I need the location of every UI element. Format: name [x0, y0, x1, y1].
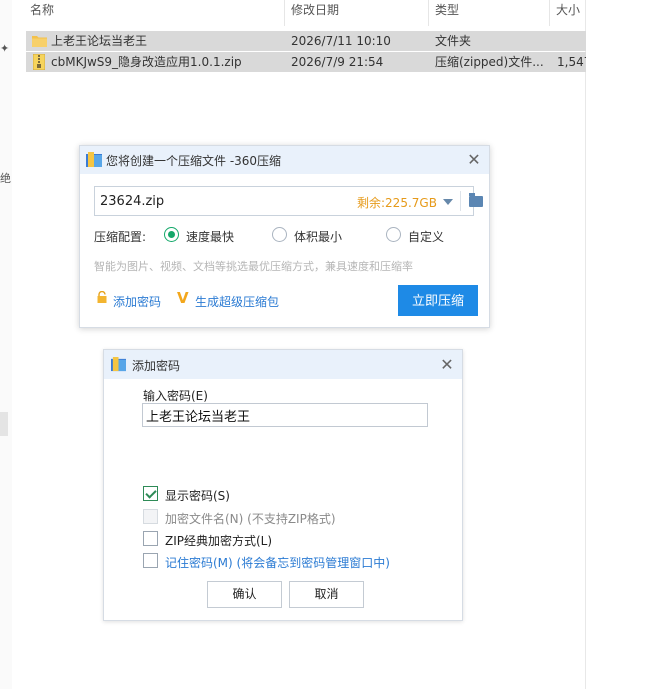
radio-smallest[interactable]: [272, 227, 287, 242]
360zip-app-icon: [86, 152, 102, 167]
confirm-button[interactable]: 确认: [207, 581, 282, 608]
file-type: 压缩(zipped)文件...: [435, 55, 544, 69]
column-divider[interactable]: [549, 0, 550, 26]
file-type: 文件夹: [435, 34, 472, 48]
super-zip-link[interactable]: 生成超级压缩包: [195, 293, 279, 310]
free-space-label: 剩余:225.7GB: [357, 196, 437, 210]
file-name: cbMKJwS9_隐身改造应用1.0.1.zip: [51, 55, 242, 69]
compress-dialog: 您将创建一个压缩文件 -360压缩 ✕ 23624.zip 剩余:225.7GB…: [79, 145, 490, 328]
file-modified: 2026/7/9 21:54: [291, 55, 384, 69]
password-dialog-title: 添加密码: [132, 359, 181, 373]
lock-icon[interactable]: [96, 291, 108, 303]
remember-password-checkbox[interactable]: [143, 553, 158, 568]
chevron-down-icon[interactable]: [443, 199, 453, 205]
360zip-app-icon: [111, 357, 126, 372]
column-header-modified[interactable]: 修改日期: [291, 0, 339, 22]
remember-password-label[interactable]: 记住密码(M) (将会备忘到密码管理窗口中): [165, 554, 390, 571]
close-icon[interactable]: ✕: [439, 357, 455, 373]
password-input[interactable]: [142, 403, 428, 427]
file-name: 上老王论坛当老王: [51, 34, 148, 48]
zip-classic-encryption-label[interactable]: ZIP经典加密方式(L): [165, 532, 272, 549]
super-zip-icon[interactable]: V: [177, 289, 189, 307]
encrypt-filename-label[interactable]: 加密文件名(N) (不支持ZIP格式): [165, 510, 336, 527]
archive-path-field[interactable]: 23624.zip 剩余:225.7GB: [94, 186, 483, 216]
compress-dialog-title: 您将创建一个压缩文件 -360压缩: [106, 154, 282, 168]
radio-fastest-label[interactable]: 速度最快: [186, 228, 234, 245]
compress-hint: 智能为图片、视频、文档等挑选最优压缩方式，兼具速度和压缩率: [94, 260, 413, 273]
zip-classic-encryption-checkbox[interactable]: [143, 531, 158, 546]
pin-icon: ✦: [0, 42, 10, 55]
file-size: [557, 31, 586, 51]
zip-file-icon: [33, 54, 45, 70]
cancel-button[interactable]: 取消: [289, 581, 364, 608]
screen: ✦ 绝 名称 修改日期 类型 大小 上老王论坛当老王 2026/7/11 10:…: [0, 0, 647, 689]
password-label: 输入密码(E): [143, 389, 208, 403]
browse-folder-icon[interactable]: [469, 193, 483, 207]
radio-fastest[interactable]: [164, 227, 179, 242]
path-divider: [460, 191, 461, 211]
password-dialog: 添加密码 ✕ 输入密码(E) 显示密码(S) 加密文件名(N) (不支持ZIP格…: [103, 349, 463, 621]
column-divider[interactable]: [284, 0, 285, 26]
nav-pane-label: 绝: [0, 172, 11, 185]
explorer-nav-pane: [0, 0, 12, 689]
column-header-name[interactable]: 名称: [30, 0, 54, 22]
file-row[interactable]: cbMKJwS9_隐身改造应用1.0.1.zip 2026/7/9 21:54 …: [26, 52, 586, 72]
radio-custom-label[interactable]: 自定义: [408, 228, 444, 245]
radio-custom[interactable]: [386, 227, 401, 242]
add-password-link[interactable]: 添加密码: [113, 293, 161, 310]
archive-filename: 23624.zip: [100, 194, 165, 209]
column-header-size[interactable]: 大小: [556, 0, 580, 22]
radio-smallest-label[interactable]: 体积最小: [294, 228, 342, 245]
file-modified: 2026/7/11 10:10: [291, 34, 391, 48]
compress-dialog-titlebar[interactable]: 您将创建一个压缩文件 -360压缩 ✕: [80, 146, 489, 174]
close-icon[interactable]: ✕: [466, 152, 482, 168]
file-row[interactable]: 上老王论坛当老王 2026/7/11 10:10 文件夹: [26, 31, 586, 51]
encrypt-filename-checkbox[interactable]: [143, 509, 158, 524]
password-dialog-titlebar[interactable]: 添加密码 ✕: [104, 350, 462, 379]
column-boundary: [585, 0, 586, 689]
column-divider[interactable]: [428, 0, 429, 26]
compress-config-label: 压缩配置:: [94, 230, 147, 244]
folder-icon: [32, 36, 47, 47]
compress-now-button[interactable]: 立即压缩: [398, 285, 478, 316]
column-header-type[interactable]: 类型: [435, 0, 459, 22]
show-password-checkbox[interactable]: [143, 486, 158, 501]
show-password-label[interactable]: 显示密码(S): [165, 487, 230, 504]
file-size: 1,547: [557, 55, 586, 69]
nav-pane-scrollbar[interactable]: [0, 412, 8, 436]
